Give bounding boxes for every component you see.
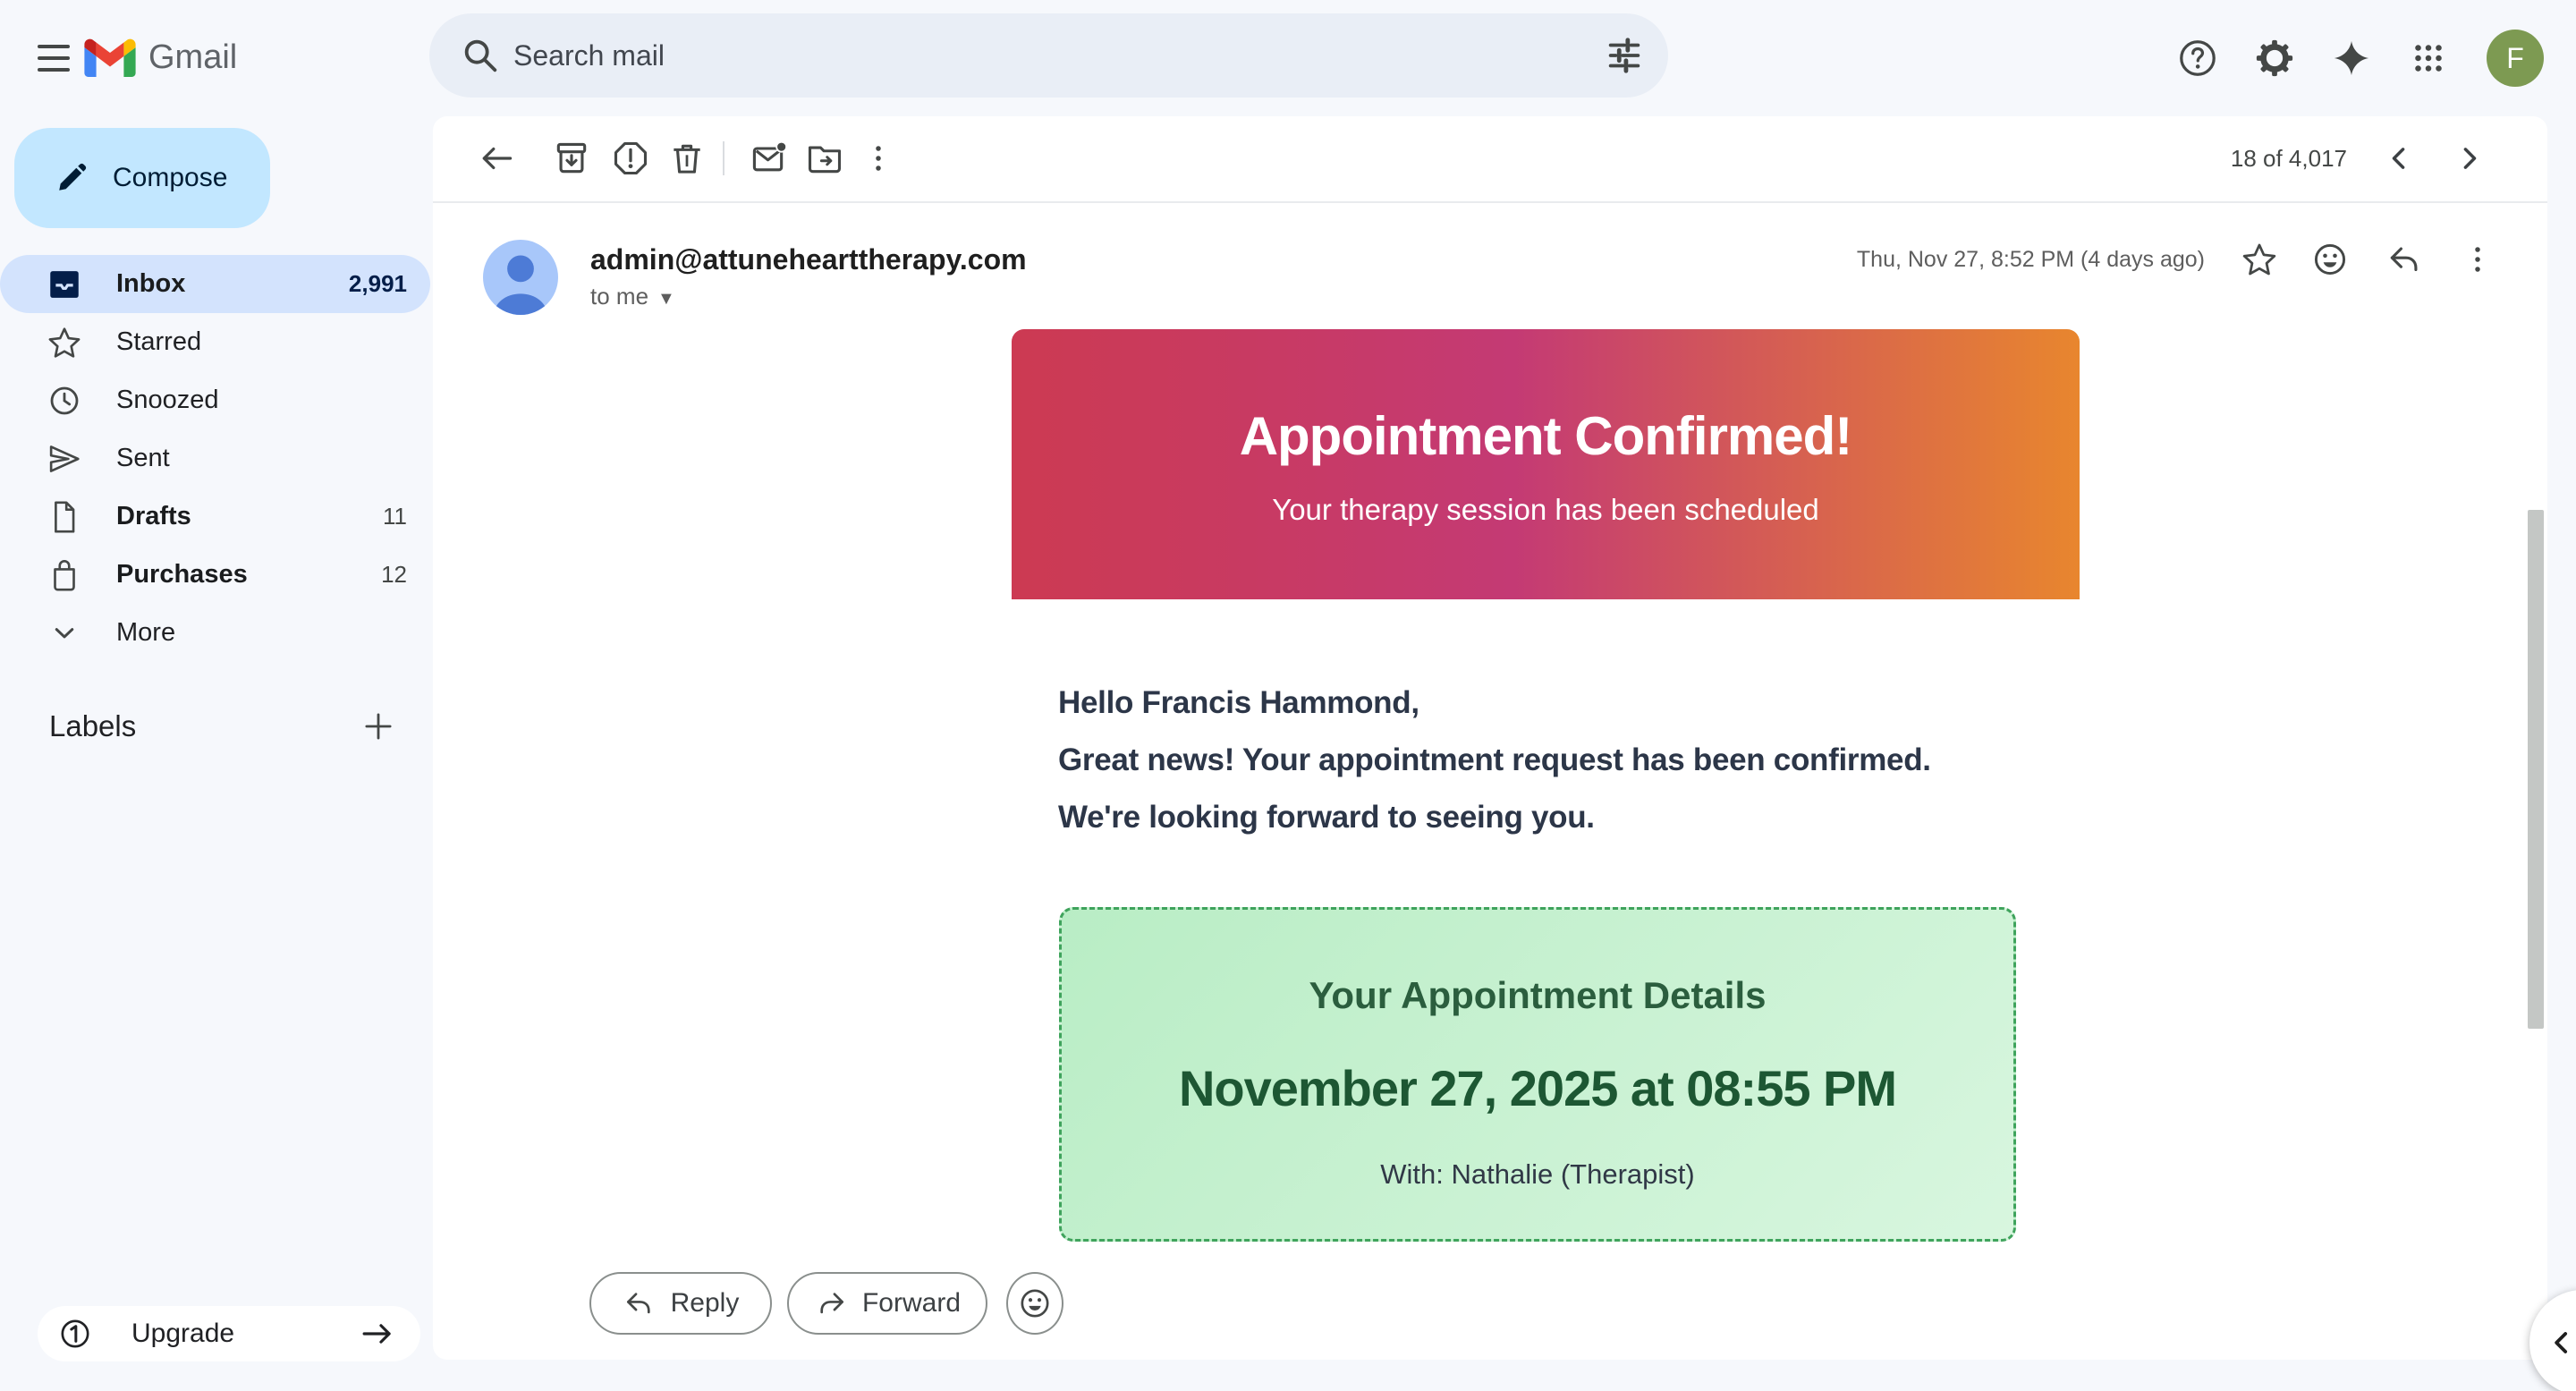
account-avatar[interactable]: F [2487,30,2544,87]
sidebar-item-purchases[interactable]: Purchases 12 [0,546,430,604]
compose-button[interactable]: Compose [14,128,270,228]
inbox-icon [46,266,83,303]
sidebar-item-label: More [116,618,175,648]
appointment-datetime: November 27, 2025 at 08:55 PM [1062,1059,2013,1118]
delete-trash-icon[interactable] [667,139,707,178]
sidebar-item-label: Sent [116,444,170,473]
reply-icon[interactable] [2385,240,2425,279]
gemini-sparkle-icon[interactable] [2331,38,2372,79]
star-icon [46,324,83,361]
upgrade-one-icon [57,1316,93,1352]
mark-unread-icon[interactable] [749,139,788,178]
sidebar-item-count: 2,991 [349,270,407,298]
sidebar-item-starred[interactable]: Starred [0,313,430,371]
sidebar-item-more[interactable]: More [0,604,430,662]
gmail-logo-text: Gmail [148,38,237,77]
main-menu-icon[interactable] [21,26,86,90]
gmail-logo: Gmail [84,38,237,77]
sidebar-item-label: Starred [116,327,201,357]
chevron-left-icon [2544,1325,2576,1361]
settings-gear-icon[interactable] [2254,38,2295,79]
labels-section-header: Labels [0,703,430,750]
search-input[interactable] [513,39,1604,72]
archive-icon[interactable] [552,139,591,178]
sidebar-item-sent[interactable]: Sent [0,429,430,488]
sidebar-item-snoozed[interactable]: Snoozed [0,371,430,429]
upgrade-button[interactable]: Upgrade [38,1306,420,1361]
recipient-toggle[interactable]: to me ▼ [590,283,675,312]
appointment-therapist: With: Nathalie (Therapist) [1062,1158,2013,1192]
top-actions: F [2159,0,2576,116]
toolbar-divider [723,141,724,175]
search-filter-icon[interactable] [1604,35,1645,76]
arrow-right-icon [359,1315,396,1353]
sidebar-item-inbox[interactable]: Inbox 2,991 [0,255,430,313]
banner-title: Appointment Confirmed! [1012,407,2080,466]
smiley-icon [1017,1285,1053,1321]
sender-avatar[interactable] [483,240,558,315]
chevron-down-icon [46,615,83,652]
search-icon[interactable] [460,35,501,76]
more-options-icon[interactable] [859,139,898,178]
newer-chevron-icon[interactable] [2379,139,2419,178]
reply-arrow-icon [623,1286,657,1320]
sidebar-item-label: Drafts [116,502,191,531]
add-reaction-button[interactable] [1006,1272,1063,1335]
reply-button-label: Reply [671,1288,740,1319]
toolbar-separator [433,201,2547,203]
pagination-counter: 18 of 4,017 [2231,144,2347,173]
report-spam-icon[interactable] [611,139,650,178]
back-arrow-icon[interactable] [477,139,516,178]
sidebar-item-label: Snoozed [116,386,219,415]
forward-arrow-icon [814,1286,848,1320]
greeting-line: Hello Francis Hammond, [1058,674,2310,732]
email-view-card: 18 of 4,017 admin@attunehearttherapy.com… [433,116,2547,1360]
scrollbar-thumb[interactable] [2528,510,2544,1029]
forward-button[interactable]: Forward [787,1272,987,1335]
sidebar-item-drafts[interactable]: Drafts 11 [0,488,430,546]
clock-icon [46,382,83,420]
older-chevron-icon[interactable] [2450,139,2489,178]
appointment-details-box: Your Appointment Details November 27, 20… [1059,907,2016,1242]
search-bar[interactable] [429,13,1668,98]
sidebar-item-count: 12 [381,561,407,589]
closing-line: We're looking forward to seeing you. [1058,789,2310,846]
recipient-label: to me [590,283,648,310]
upgrade-label: Upgrade [131,1319,234,1349]
confirmation-line: Great news! Your appointment request has… [1058,732,2310,789]
gmail-m-icon [84,38,136,77]
apps-grid-icon[interactable] [2408,38,2449,79]
recipient-caret-icon: ▼ [657,289,675,309]
star-email-icon[interactable] [2240,240,2279,279]
sender-email[interactable]: admin@attunehearttherapy.com [590,243,1027,276]
emoji-reaction-icon[interactable] [2310,240,2350,279]
sidebar-item-label: Purchases [116,560,248,589]
move-to-folder-icon[interactable] [805,139,844,178]
reply-button[interactable]: Reply [589,1272,772,1335]
sidebar-item-count: 11 [383,503,407,530]
email-timestamp: Thu, Nov 27, 8:52 PM (4 days ago) [1857,246,2205,273]
sidebar-item-label: Inbox [116,269,185,299]
banner-subtitle: Your therapy session has been scheduled [1012,492,2080,528]
forward-button-label: Forward [862,1288,961,1319]
pencil-icon [52,158,91,198]
compose-label: Compose [113,163,227,193]
labels-title: Labels [49,709,136,743]
send-icon [46,440,83,478]
draft-file-icon [46,498,83,536]
shopping-bag-icon [46,556,83,594]
add-label-icon[interactable] [360,708,397,745]
help-icon[interactable] [2177,38,2218,79]
confirmation-banner: Appointment Confirmed! Your therapy sess… [1012,329,2080,599]
message-more-options-icon[interactable] [2458,240,2497,279]
email-body-text: Hello Francis Hammond, Great news! Your … [1058,674,2310,846]
top-bar: Gmail [0,0,2576,116]
details-title: Your Appointment Details [1062,972,2013,1019]
